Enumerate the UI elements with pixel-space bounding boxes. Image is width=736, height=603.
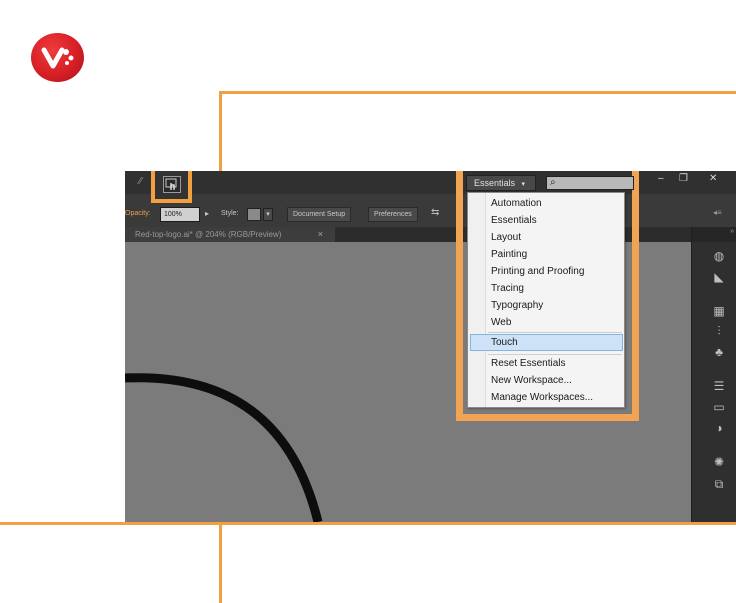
search-input[interactable]: ⌕	[546, 176, 634, 190]
workspace-dropdown-menu: Automation Essentials Layout Painting Pr…	[467, 192, 625, 408]
logo-mark-icon	[41, 47, 74, 69]
chevron-down-icon: ▾	[521, 181, 526, 188]
circle-outline-shape	[125, 373, 323, 522]
minimize-icon[interactable]: –	[658, 173, 664, 184]
window-controls: – ❐ ✕	[646, 172, 736, 190]
workspace-switcher-button[interactable]: Essentials ▾	[466, 175, 536, 191]
menu-item-printing-proofing[interactable]: Printing and Proofing	[491, 266, 584, 277]
guide-line-top	[219, 91, 736, 94]
menu-item-painting[interactable]: Painting	[491, 249, 527, 260]
menu-item-web[interactable]: Web	[491, 317, 511, 328]
guide-line-bottom-vertical	[219, 522, 222, 603]
menu-item-typography[interactable]: Typography	[491, 300, 543, 311]
guide-line-top-vertical	[219, 91, 222, 171]
menu-gutter	[468, 193, 486, 407]
close-icon[interactable]: ✕	[709, 173, 717, 184]
menu-item-essentials[interactable]: Essentials	[491, 215, 537, 226]
restore-icon[interactable]: ❐	[679, 173, 688, 184]
workspace-switcher-label: Essentials	[474, 178, 516, 188]
brand-logo	[31, 33, 84, 82]
menu-separator	[488, 354, 622, 355]
menu-item-layout[interactable]: Layout	[491, 232, 521, 243]
menu-item-reset-essentials[interactable]: Reset Essentials	[491, 358, 565, 369]
menu-item-touch[interactable]: Touch	[491, 337, 518, 348]
menu-item-manage-workspaces[interactable]: Manage Workspaces...	[491, 392, 593, 403]
menu-item-automation[interactable]: Automation	[491, 198, 542, 209]
highlighted-tool-frame	[151, 171, 192, 203]
touch-workspace-button[interactable]	[163, 176, 181, 193]
touch-hand-icon	[165, 178, 177, 190]
menu-separator	[488, 332, 622, 333]
menu-item-new-workspace[interactable]: New Workspace...	[491, 375, 572, 386]
guide-line-bottom	[0, 522, 736, 525]
search-icon: ⌕	[550, 177, 556, 188]
menu-item-tracing[interactable]: Tracing	[491, 283, 524, 294]
